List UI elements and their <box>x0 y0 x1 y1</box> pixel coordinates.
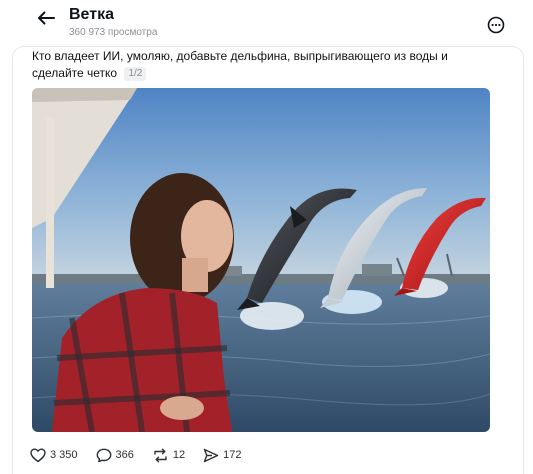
repost-button[interactable]: 12 <box>152 448 185 463</box>
repost-icon <box>154 448 167 462</box>
post-image[interactable] <box>32 88 490 432</box>
post-text: Кто владеет ИИ, умоляю, добавьте дельфин… <box>32 48 502 82</box>
action-bar: 3 350 366 12 172 <box>30 444 260 466</box>
more-button[interactable] <box>486 15 506 35</box>
back-button[interactable] <box>34 7 58 29</box>
heart-icon <box>30 448 46 462</box>
more-icon <box>487 16 505 34</box>
share-button[interactable]: 172 <box>203 448 242 463</box>
photo-illustration <box>32 88 490 432</box>
like-count: 3 350 <box>50 449 78 461</box>
comment-icon <box>96 448 111 462</box>
media-pager-badge: 1/2 <box>124 67 147 81</box>
share-count: 172 <box>223 449 242 461</box>
comment-button[interactable]: 366 <box>96 448 134 463</box>
comment-count: 366 <box>115 449 134 461</box>
view-count: 360 973 просмотра <box>69 27 158 38</box>
post-body: Кто владеет ИИ, умоляю, добавьте дельфин… <box>32 49 448 80</box>
like-button[interactable]: 3 350 <box>30 448 78 463</box>
arrow-left-icon <box>38 11 55 25</box>
share-icon <box>203 448 219 462</box>
page-title: Ветка <box>69 6 114 23</box>
top-bar: Ветка 360 973 просмотра <box>0 0 533 44</box>
repost-count: 12 <box>172 449 186 461</box>
